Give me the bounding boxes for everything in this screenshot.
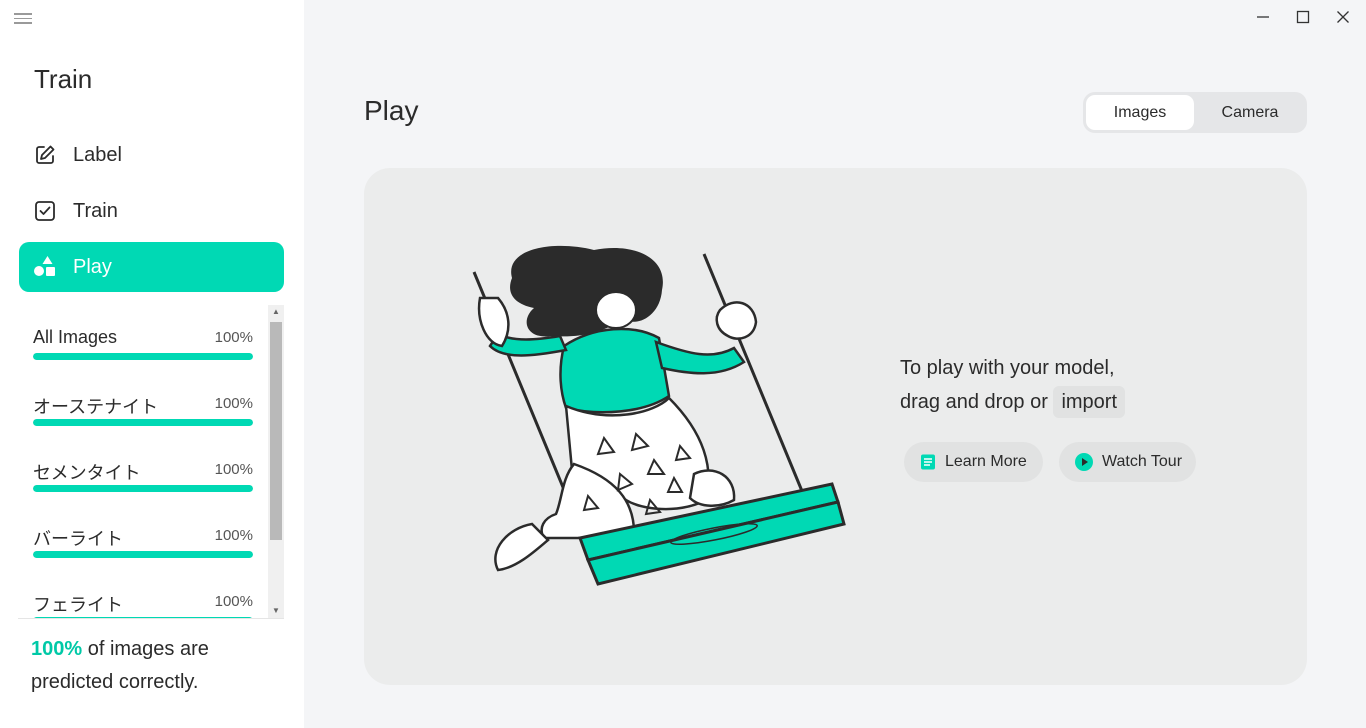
swing-illustration xyxy=(472,245,846,586)
summary-percent: 100% xyxy=(31,638,83,660)
label-percent: 100% xyxy=(214,461,253,478)
nav-item-label-text: Label xyxy=(73,143,122,166)
list-item[interactable]: バーライト 100% xyxy=(33,525,253,565)
minimize-icon[interactable] xyxy=(1252,6,1274,28)
watch-tour-button[interactable]: Watch Tour xyxy=(1059,442,1196,482)
label-name: フェライト xyxy=(33,595,123,615)
shapes-icon xyxy=(33,255,57,279)
document-icon xyxy=(920,454,936,470)
label-percent: 100% xyxy=(214,395,253,412)
maximize-icon[interactable] xyxy=(1292,6,1314,28)
label-percent: 100% xyxy=(214,593,253,610)
learn-more-label: Learn More xyxy=(945,453,1027,470)
nav-item-label[interactable]: Label xyxy=(19,130,284,180)
scroll-up-icon[interactable]: ▲ xyxy=(268,305,284,319)
accuracy-bar xyxy=(33,353,253,360)
sidebar: Train Label Train Play All Images 100% オ… xyxy=(0,0,304,728)
list-item[interactable]: オーステナイト 100% xyxy=(33,393,253,433)
list-scrollbar[interactable]: ▲ ▼ xyxy=(268,305,284,618)
list-item[interactable]: All Images 100% xyxy=(33,327,253,367)
label-name: All Images xyxy=(33,327,118,347)
source-toggle: Images Camera xyxy=(1083,92,1307,133)
drop-line-1: To play with your model, xyxy=(900,357,1115,379)
label-name: バーライト xyxy=(33,529,123,549)
accuracy-bar xyxy=(33,485,253,492)
tab-images[interactable]: Images xyxy=(1086,95,1194,130)
label-percent: 100% xyxy=(214,329,253,346)
nav-item-play[interactable]: Play xyxy=(19,242,284,292)
nav-item-play-text: Play xyxy=(73,255,112,278)
list-item[interactable]: フェライト 100% xyxy=(33,591,253,619)
label-name: オーステナイト xyxy=(33,397,159,417)
drop-line-2: drag and drop or xyxy=(900,391,1054,413)
accuracy-bar xyxy=(33,551,253,558)
divider xyxy=(18,618,284,619)
nav-item-train[interactable]: Train xyxy=(19,186,284,236)
nav-item-train-text: Train xyxy=(73,199,118,222)
close-icon[interactable] xyxy=(1332,6,1354,28)
sidebar-title: Train xyxy=(34,64,93,94)
accuracy-summary: 100% of images are predicted correctly. xyxy=(31,633,281,699)
list-item[interactable]: セメンタイト 100% xyxy=(33,459,253,499)
learn-more-button[interactable]: Learn More xyxy=(904,442,1043,482)
label-percent: 100% xyxy=(214,527,253,544)
drop-zone[interactable]: To play with your model, drag and drop o… xyxy=(364,168,1307,685)
import-link[interactable]: import xyxy=(1053,386,1126,418)
scroll-thumb[interactable] xyxy=(270,322,282,540)
check-square-icon xyxy=(33,199,57,223)
label-list: All Images 100% オーステナイト 100% セメンタイト 100%… xyxy=(18,305,284,619)
scroll-down-icon[interactable]: ▼ xyxy=(268,604,284,618)
accuracy-bar xyxy=(33,419,253,426)
label-name: セメンタイト xyxy=(33,463,141,483)
play-circle-icon xyxy=(1075,453,1093,471)
hamburger-menu-icon[interactable] xyxy=(14,10,32,26)
drop-instructions: To play with your model, drag and drop o… xyxy=(900,351,1126,419)
page-title: Play xyxy=(364,95,419,126)
watch-tour-label: Watch Tour xyxy=(1102,453,1183,470)
tab-camera[interactable]: Camera xyxy=(1196,95,1304,130)
pencil-square-icon xyxy=(33,143,57,167)
